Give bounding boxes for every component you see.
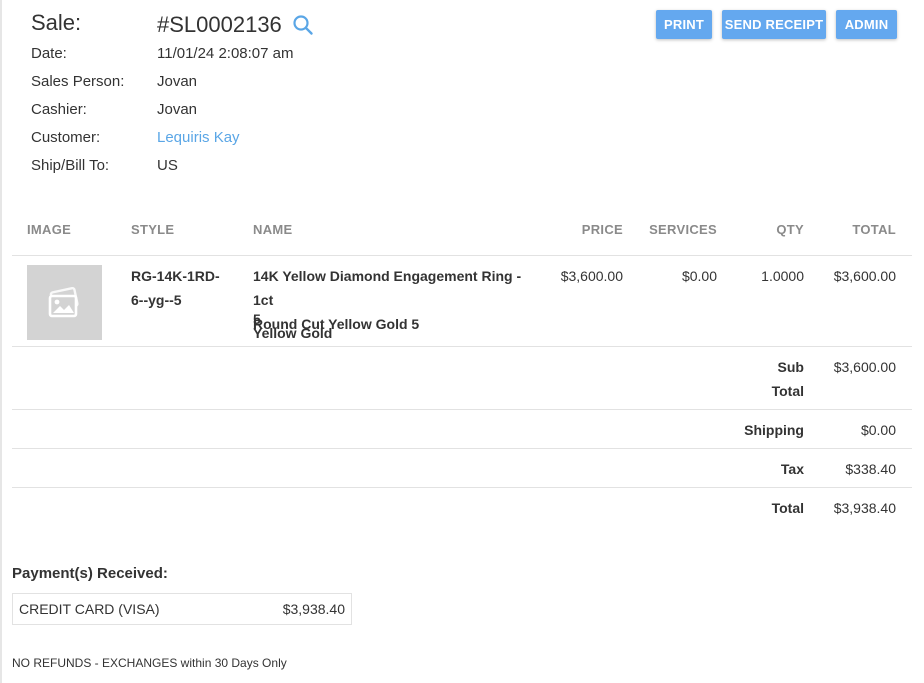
total-value: $3,938.40 xyxy=(833,500,896,516)
item-style-line-2: 6--yg--5 xyxy=(131,292,182,308)
item-metal: Yellow Gold xyxy=(253,325,333,341)
sales-person-value: Jovan xyxy=(157,73,198,90)
column-header-price: PRICE xyxy=(581,222,623,237)
customer-link[interactable]: Lequiris Kay xyxy=(157,129,240,146)
item-style: RG-14K-1RD- 6--yg--5 xyxy=(131,264,220,312)
column-header-services: SERVICES xyxy=(649,222,717,237)
search-icon xyxy=(293,15,313,35)
subtotal-value: $3,600.00 xyxy=(833,359,896,375)
tax-label: Tax xyxy=(780,461,804,477)
table-divider xyxy=(12,346,912,347)
subtotal-label-line-1: Sub xyxy=(777,359,804,375)
column-header-qty: QTY xyxy=(776,222,804,237)
item-qty: 1.0000 xyxy=(761,268,804,284)
cashier-value: Jovan xyxy=(157,101,198,118)
return-policy-note: NO REFUNDS - EXCHANGES within 30 Days On… xyxy=(12,656,287,670)
total-label: Total xyxy=(771,500,804,516)
item-name-line-1: 14K Yellow Diamond Engagement Ring - 1ct xyxy=(253,268,522,308)
sale-label: Sale: xyxy=(31,10,82,35)
payment-row: CREDIT CARD (VISA) $3,938.40 xyxy=(12,593,352,625)
item-services: $0.00 xyxy=(681,268,717,284)
item-price: $3,600.00 xyxy=(560,268,623,284)
product-thumbnail[interactable] xyxy=(27,265,102,340)
ship-bill-value: US xyxy=(157,157,178,174)
send-receipt-button[interactable]: SEND RECEIPT xyxy=(722,10,826,39)
shipping-label: Shipping xyxy=(744,422,804,438)
sale-number: #SL0002136 xyxy=(157,12,282,37)
cashier-label: Cashier: xyxy=(31,101,87,118)
print-button[interactable]: PRINT xyxy=(656,10,712,39)
column-header-name: NAME xyxy=(253,222,293,237)
tax-value: $338.40 xyxy=(845,461,896,477)
column-header-image: IMAGE xyxy=(27,222,72,237)
left-border xyxy=(0,0,2,683)
admin-button[interactable]: ADMIN xyxy=(836,10,897,39)
column-header-total: TOTAL xyxy=(852,222,896,237)
image-placeholder-icon xyxy=(48,286,79,317)
search-button[interactable] xyxy=(292,14,314,36)
ship-bill-label: Ship/Bill To: xyxy=(31,157,110,174)
payment-method: CREDIT CARD (VISA) xyxy=(19,601,160,617)
payment-amount: $3,938.40 xyxy=(282,601,345,617)
item-style-line-1: RG-14K-1RD- xyxy=(131,268,220,284)
subtotal-label-line-2: Total xyxy=(771,383,804,399)
table-divider xyxy=(12,448,912,449)
payments-title: Payment(s) Received: xyxy=(12,565,168,582)
table-divider xyxy=(12,255,912,256)
table-divider xyxy=(12,487,912,488)
sales-person-label: Sales Person: xyxy=(31,73,125,90)
date-value: 11/01/24 2:08:07 am xyxy=(157,45,294,62)
item-total: $3,600.00 xyxy=(833,268,896,284)
table-divider xyxy=(12,409,912,410)
customer-label: Customer: xyxy=(31,129,101,146)
date-label: Date: xyxy=(31,45,67,62)
shipping-value: $0.00 xyxy=(860,422,896,438)
subtotal-label: Sub Total xyxy=(724,355,804,403)
column-header-style: STYLE xyxy=(131,222,175,237)
